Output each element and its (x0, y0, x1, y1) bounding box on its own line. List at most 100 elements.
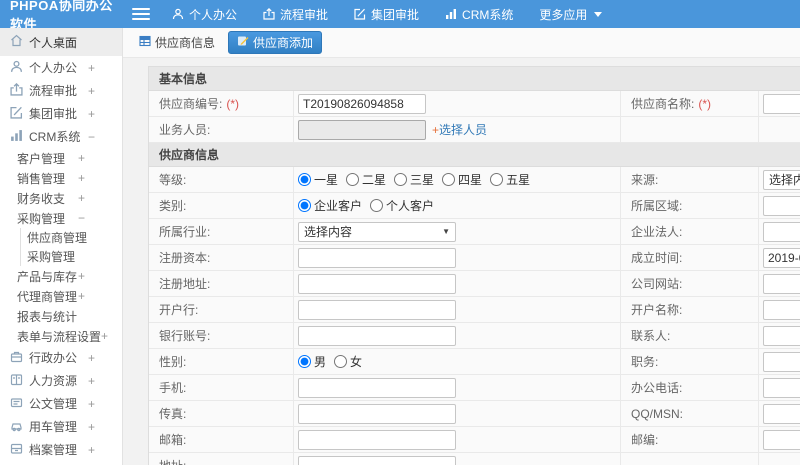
level-option[interactable]: 五星 (490, 171, 530, 188)
category-option[interactable]: 个人客户 (370, 197, 434, 214)
email-field[interactable] (298, 429, 456, 450)
collapse-minus-icon[interactable]: − (78, 211, 85, 225)
sidebar-item-label: 个人办公 (29, 61, 78, 75)
sidebar-item-label: 采购管理 (17, 211, 66, 226)
sidebar-item-product-inventory[interactable]: 产品与库存 + (0, 266, 122, 286)
form-row: 邮箱: 邮编: (149, 427, 800, 453)
office-phone-field[interactable] (763, 377, 800, 398)
hamburger-menu-icon[interactable] (132, 8, 150, 20)
sidebar-item-customer-mgmt[interactable]: 客户管理 + (0, 148, 122, 168)
position-label: 职务: (621, 349, 759, 374)
level-option[interactable]: 三星 (394, 171, 434, 188)
supplier-code-field[interactable] (298, 93, 426, 114)
registered-address-field[interactable] (298, 273, 456, 294)
expand-plus-icon[interactable]: + (78, 289, 85, 303)
sidebar-item-vehicle-mgmt[interactable]: 用车管理 + (0, 415, 122, 438)
expand-plus-icon[interactable]: + (88, 443, 95, 457)
sidebar-item-archive-mgmt[interactable]: 档案管理 + (0, 438, 122, 461)
category-option[interactable]: 企业客户 (298, 197, 362, 214)
car-icon (10, 419, 29, 435)
radio-button[interactable] (490, 173, 504, 186)
account-name-field[interactable] (763, 299, 800, 320)
sidebar-item-process-approval[interactable]: 流程审批 + (0, 79, 122, 102)
sidebar-item-sales-mgmt[interactable]: 销售管理 + (0, 168, 122, 188)
industry-select[interactable]: 选择内容 ▼ (298, 221, 456, 242)
qq-msn-field[interactable] (763, 403, 800, 424)
expand-plus-icon[interactable]: + (88, 61, 95, 75)
sidebar-item-purchase-mgmt[interactable]: 采购管理 − (0, 208, 122, 228)
website-label: 公司网站: (621, 271, 759, 296)
level-option[interactable]: 四星 (442, 171, 482, 188)
section-title-supplier-info: 供应商信息 (149, 143, 800, 167)
nav-group-approval[interactable]: 集团审批 (354, 6, 419, 23)
contact-field[interactable] (763, 325, 800, 346)
nav-more-apps[interactable]: 更多应用 (539, 6, 603, 23)
source-select[interactable]: 选择内容▼ (763, 169, 800, 190)
address-field[interactable] (298, 455, 456, 465)
gender-option[interactable]: 女 (334, 353, 362, 370)
radio-button[interactable] (370, 199, 384, 212)
radio-button[interactable] (346, 173, 360, 186)
supplier-name-field[interactable] (763, 93, 800, 114)
radio-button[interactable] (394, 173, 408, 186)
sidebar-item-agent-mgmt[interactable]: 代理商管理 + (0, 286, 122, 306)
nav-personal-office[interactable]: 个人办公 (172, 6, 237, 23)
expand-plus-icon[interactable]: + (78, 151, 85, 165)
sidebar-item-personal-desktop[interactable]: 个人桌面 (0, 28, 122, 56)
mobile-field[interactable] (298, 377, 456, 398)
sidebar-item-personal-office[interactable]: 个人办公 + (0, 56, 122, 79)
established-date-field[interactable] (763, 247, 800, 268)
collapse-minus-icon[interactable]: − (88, 130, 95, 144)
bank-account-field[interactable] (298, 325, 456, 346)
industry-label: 所属行业: (149, 219, 294, 244)
expand-plus-icon[interactable]: + (78, 191, 85, 205)
level-option[interactable]: 二星 (346, 171, 386, 188)
position-field[interactable] (763, 351, 800, 372)
bank-field[interactable] (298, 299, 456, 320)
radio-button[interactable] (442, 173, 456, 186)
sidebar-item-group-approval[interactable]: 集团审批 + (0, 102, 122, 125)
top-nav: 个人办公 流程审批 集团审批 CRM系统 更多应用 (172, 6, 628, 23)
sidebar-item-label: 集团审批 (29, 107, 78, 121)
radio-button[interactable] (298, 173, 311, 186)
expand-plus-icon[interactable]: + (78, 269, 85, 283)
contact-label: 联系人: (621, 323, 759, 348)
zipcode-field[interactable] (763, 429, 800, 450)
tab-label: 供应商添加 (253, 36, 314, 50)
expand-plus-icon[interactable]: + (88, 84, 95, 98)
region-field[interactable] (763, 195, 800, 216)
gender-label: 性别: (149, 349, 294, 374)
select-staff-link[interactable]: +选择人员 (432, 121, 487, 138)
sidebar-item-supplier-mgmt[interactable]: 供应商管理 (20, 228, 122, 247)
expand-plus-icon[interactable]: + (88, 374, 95, 388)
expand-plus-icon[interactable]: + (88, 397, 95, 411)
sidebar-item-form-process-settings[interactable]: 表单与流程设置 + (0, 326, 122, 346)
expand-plus-icon[interactable]: + (101, 329, 108, 343)
expand-plus-icon[interactable]: + (88, 420, 95, 434)
tab-supplier-add[interactable]: 供应商添加 (228, 31, 323, 54)
fax-field[interactable] (298, 403, 456, 424)
nav-process-approval[interactable]: 流程审批 (263, 6, 328, 23)
radio-button[interactable] (334, 355, 348, 368)
sidebar-item-crm-system[interactable]: CRM系统 − (0, 125, 122, 148)
gender-option[interactable]: 男 (298, 353, 326, 370)
sidebar-item-hr[interactable]: 人力资源 + (0, 369, 122, 392)
sidebar-item-admin-office[interactable]: 行政办公 + (0, 346, 122, 369)
expand-plus-icon[interactable]: + (78, 171, 85, 185)
sidebar-item-purchase-mgmt-sub[interactable]: 采购管理 (20, 247, 122, 266)
legal-person-field[interactable] (763, 221, 800, 242)
tab-supplier-info-list[interactable]: 供应商信息 (133, 31, 221, 54)
radio-button[interactable] (298, 355, 311, 368)
sidebar-item-document-mgmt[interactable]: 公文管理 + (0, 392, 122, 415)
website-field[interactable] (763, 273, 800, 294)
nav-crm-system[interactable]: CRM系统 (445, 6, 513, 23)
expand-plus-icon[interactable]: + (88, 107, 95, 121)
expand-plus-icon[interactable]: + (88, 351, 95, 365)
level-option[interactable]: 一星 (298, 171, 338, 188)
home-icon (10, 34, 29, 50)
registered-capital-field[interactable] (298, 247, 456, 268)
sidebar-item-finance[interactable]: 财务收支 + (0, 188, 122, 208)
radio-button[interactable] (298, 199, 311, 212)
staff-field[interactable] (298, 119, 426, 140)
sidebar-item-reports-stats[interactable]: 报表与统计 (0, 306, 122, 326)
